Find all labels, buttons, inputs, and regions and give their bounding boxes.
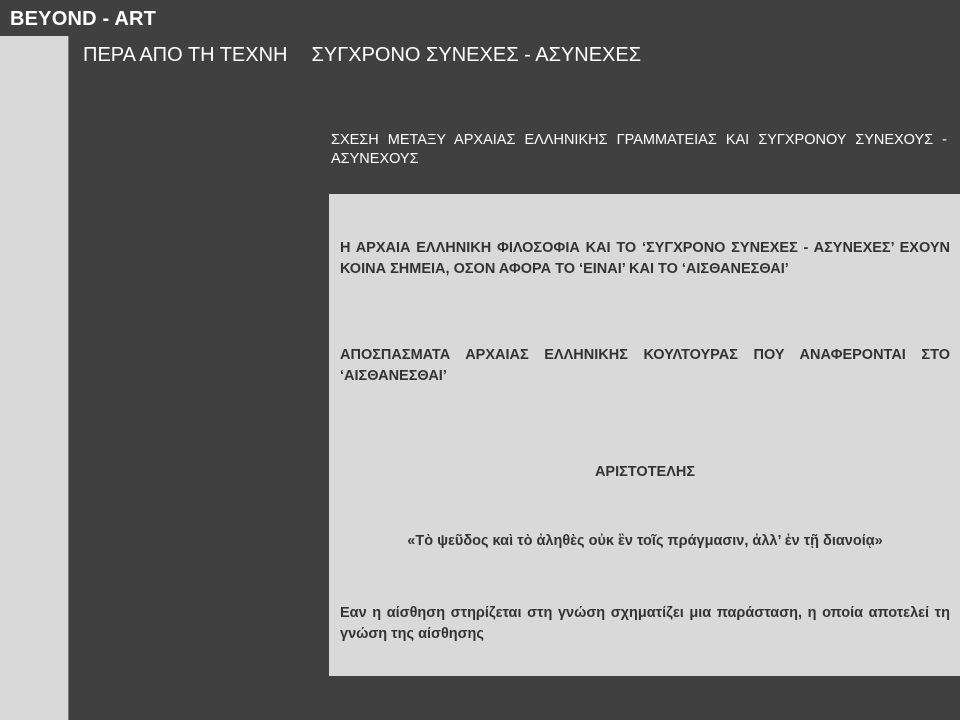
site-title: BEYOND - ART [10,8,157,30]
quote-text: «Τὸ ψεῦδος καὶ τὸ ἀληθὲς οὐκ ἒν τοῖς πρά… [407,533,883,549]
excerpts-heading: ΑΠΟΣΠΑΣΜΑΤΑ ΑΡΧΑΙΑΣ ΕΛΛΗΝΙΚΗΣ ΚΟΥΛΤΟΥΡΑΣ… [340,347,950,384]
section-subtitle: ΣΧΕΣΗ ΜΕΤΑΞΥ ΑΡΧΑΙΑΣ ΕΛΛΗΝΙΚΗΣ ΓΡΑΜΜΑΤΕΙ… [331,132,947,167]
page-title-part-1: ΠΕΡΑ ΑΠΟ ΤΗ ΤΕΧΝΗ [83,44,288,66]
page-title-part-2: ΣΥΓΧΡΟΝΟ ΣΥΝΕΧΕΣ - ΑΣΥΝΕΧΕΣ [311,44,642,66]
content-panel: Η ΑΡΧΑΙΑ ΕΛΛΗΝΙΚΗ ΦΙΛΟΣΟΦΙΑ ΚΑΙ ΤΟ ‘ΣΥΓΧ… [329,194,960,676]
left-sidebar-panel [0,36,69,720]
page-title: ΠΕΡΑ ΑΠΟ ΤΗ ΤΕΧΝΗ ΣΥΓΧΡΟΝΟ ΣΥΝΕΧΕΣ - ΑΣΥΝ… [83,43,641,67]
intro-paragraph: Η ΑΡΧΑΙΑ ΕΛΛΗΝΙΚΗ ΦΙΛΟΣΟΦΙΑ ΚΑΙ ΤΟ ‘ΣΥΓΧ… [340,240,950,277]
author-name: ΑΡΙΣΤΟΤΕΛΗΣ [594,464,696,480]
explanation-paragraph: Εαν η αίσθηση στηρίζεται στη γνώση σχημα… [340,605,950,642]
